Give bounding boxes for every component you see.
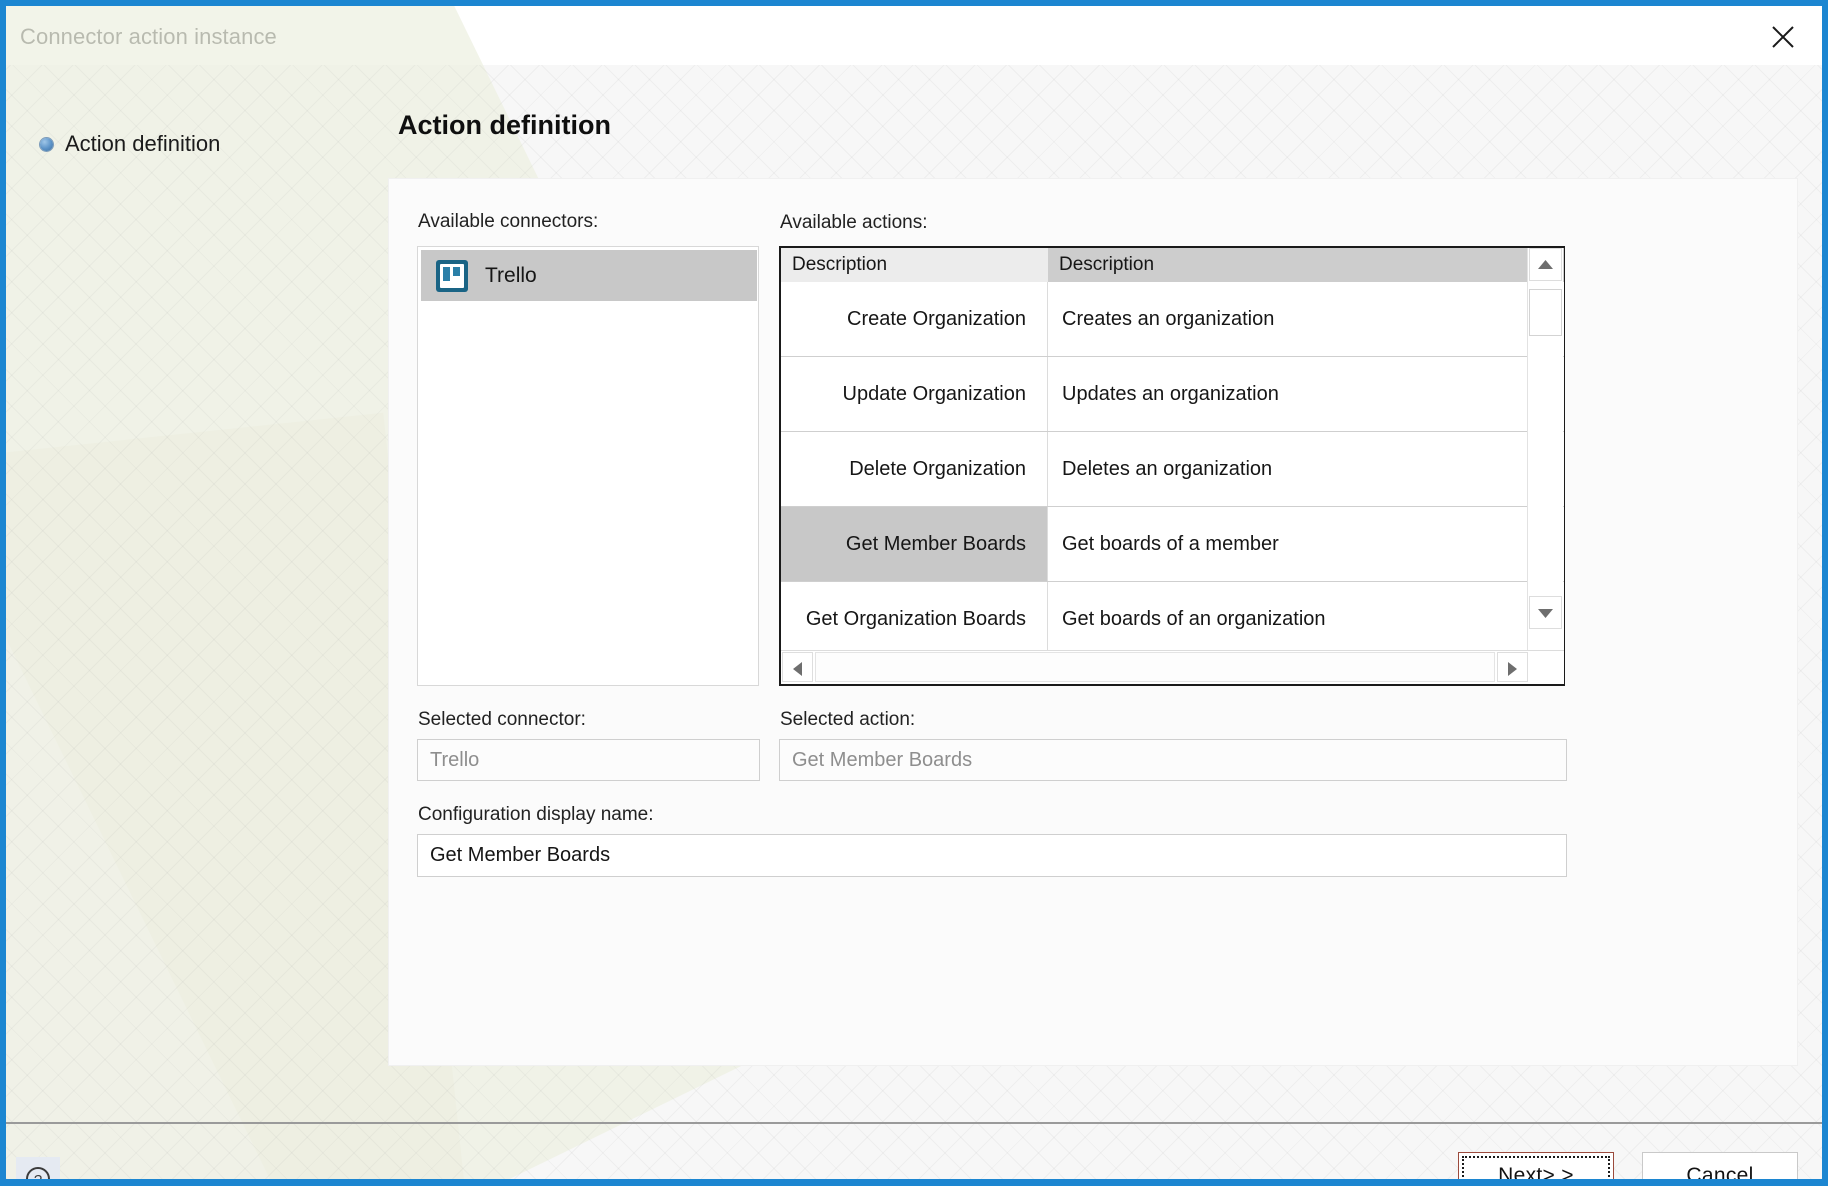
cell-name: Update Organization bbox=[781, 357, 1048, 431]
cell-description: Get boards of an organization bbox=[1062, 607, 1326, 630]
cell-name: Get Organization Boards bbox=[781, 582, 1048, 651]
triangle-down-icon[interactable] bbox=[1529, 596, 1562, 629]
close-icon[interactable] bbox=[1762, 16, 1804, 56]
table-row[interactable]: Update Organization Updates an organizat… bbox=[781, 357, 1564, 432]
grid-vertical-scrollbar[interactable] bbox=[1527, 248, 1563, 651]
trello-icon bbox=[436, 259, 468, 292]
available-connectors-list[interactable]: Trello bbox=[417, 246, 759, 686]
next-button[interactable]: Next> > bbox=[1458, 1152, 1614, 1186]
bullet-icon bbox=[40, 137, 53, 151]
selected-action-input[interactable]: Get Member Boards bbox=[779, 739, 1567, 781]
cell-description: Deletes an organization bbox=[1062, 457, 1273, 480]
cell-description: Creates an organization bbox=[1062, 307, 1275, 330]
triangle-left-icon[interactable] bbox=[782, 652, 813, 682]
page-title: Action definition bbox=[398, 110, 611, 140]
scrollbar-track-horizontal[interactable] bbox=[815, 652, 1495, 682]
title-bar: Connector action instance bbox=[6, 6, 1822, 66]
cancel-button[interactable]: Cancel bbox=[1642, 1152, 1798, 1186]
list-item[interactable]: Trello bbox=[421, 250, 757, 301]
selected-connector-input[interactable]: Trello bbox=[417, 739, 760, 781]
configuration-display-name-label: Configuration display name: bbox=[418, 804, 654, 825]
dialog-body: Action definition Action definition Avai… bbox=[6, 6, 1822, 1179]
table-row[interactable]: Delete Organization Deletes an organizat… bbox=[781, 432, 1564, 507]
configuration-display-name-input[interactable]: Get Member Boards bbox=[417, 834, 1567, 877]
cell-description: Updates an organization bbox=[1062, 382, 1279, 405]
available-connectors-label: Available connectors: bbox=[418, 211, 599, 232]
table-row[interactable]: Create Organization Creates an organizat… bbox=[781, 282, 1564, 357]
list-item-label: Trello bbox=[485, 263, 537, 287]
grid-body: Create Organization Creates an organizat… bbox=[781, 282, 1564, 651]
content-card: Available connectors: Trello Available a… bbox=[388, 178, 1798, 1066]
cell-name: Delete Organization bbox=[781, 432, 1048, 506]
selected-action-label: Selected action: bbox=[780, 709, 916, 730]
available-actions-grid: Description Description Create Organizat… bbox=[779, 246, 1565, 686]
svg-text:?: ? bbox=[34, 1172, 42, 1186]
scrollbar-thumb-vertical[interactable] bbox=[1529, 289, 1562, 336]
triangle-up-icon[interactable] bbox=[1529, 248, 1562, 281]
table-row-selected[interactable]: Get Member Boards Get boards of a member bbox=[781, 507, 1564, 582]
help-icon[interactable]: ? bbox=[16, 1157, 60, 1186]
column-header-description[interactable]: Description bbox=[1048, 248, 1564, 282]
window-title: Connector action instance bbox=[20, 24, 277, 49]
cell-name: Get Member Boards bbox=[781, 507, 1048, 581]
dialog-window: Connector action instance Action definit… bbox=[0, 0, 1828, 1186]
next-button-label: Next> > bbox=[1498, 1164, 1574, 1186]
grid-horizontal-scrollbar[interactable] bbox=[781, 650, 1564, 684]
sidebar-item-label: Action definition bbox=[65, 131, 221, 156]
main-content: Action definition Available connectors: bbox=[388, 65, 1822, 1179]
grid-header-row: Description Description bbox=[781, 248, 1564, 282]
cell-name: Create Organization bbox=[781, 282, 1048, 356]
sidebar-item-action-definition[interactable]: Action definition bbox=[40, 131, 220, 157]
footer-divider bbox=[6, 1122, 1822, 1124]
cancel-button-label: Cancel bbox=[1686, 1164, 1754, 1186]
table-row[interactable]: Get Organization Boards Get boards of an… bbox=[781, 582, 1564, 651]
column-header-name[interactable]: Description bbox=[781, 248, 1048, 282]
available-actions-label: Available actions: bbox=[780, 212, 928, 233]
cell-description: Get boards of a member bbox=[1062, 532, 1279, 555]
triangle-right-icon[interactable] bbox=[1497, 652, 1528, 682]
selected-connector-label: Selected connector: bbox=[418, 709, 586, 730]
sidebar: Action definition bbox=[6, 65, 388, 1179]
